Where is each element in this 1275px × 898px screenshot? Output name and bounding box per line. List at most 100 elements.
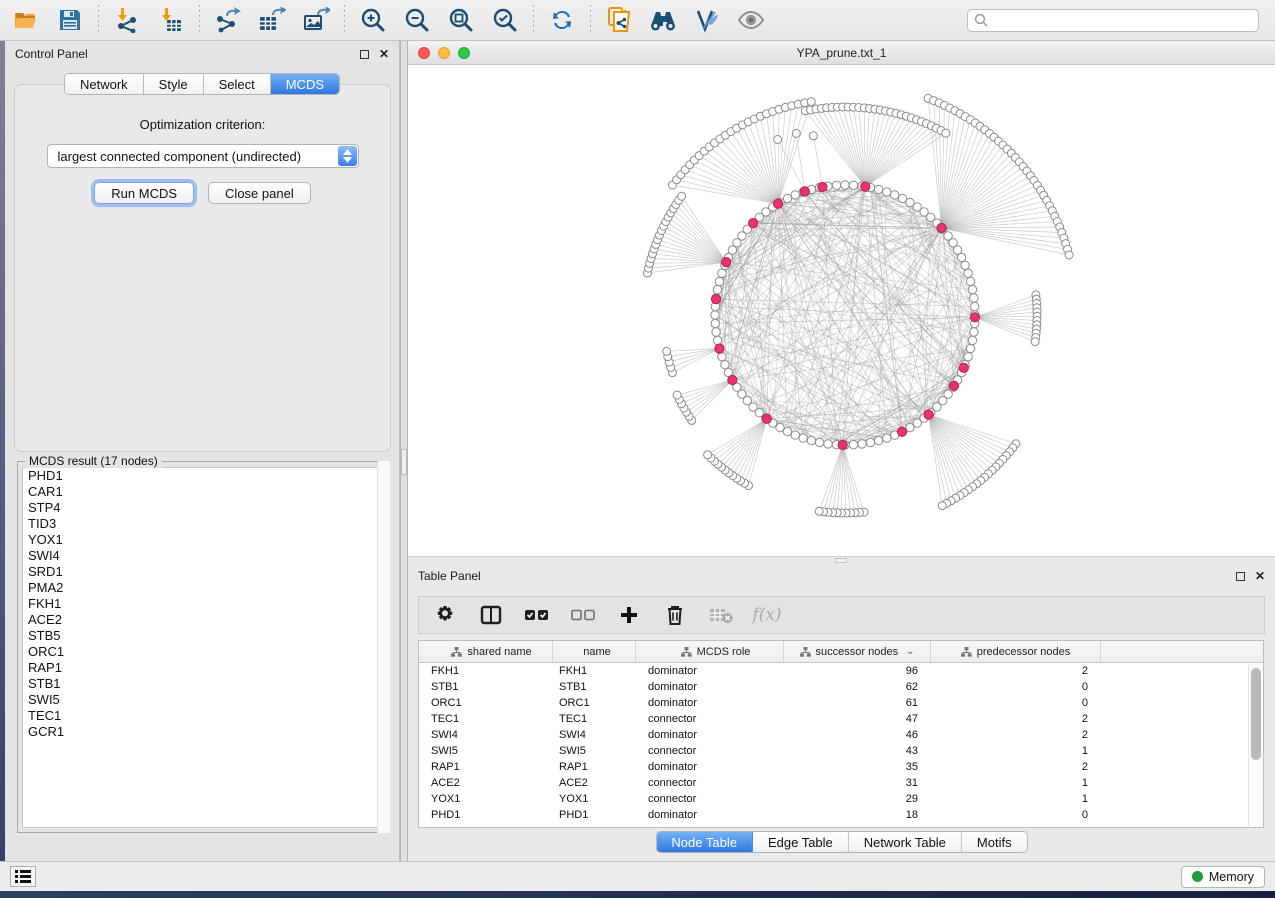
tab-style[interactable]: Style — [144, 74, 204, 94]
list-item[interactable]: STB5 — [23, 628, 384, 644]
export-image-icon[interactable] — [302, 6, 330, 34]
search-objects-icon[interactable] — [649, 6, 677, 34]
tab-mcds[interactable]: MCDS — [271, 74, 339, 94]
select-all-rows-icon[interactable] — [525, 603, 549, 627]
table-cell: 1 — [931, 745, 1101, 757]
window-close-icon[interactable] — [418, 47, 430, 59]
zoom-in-icon[interactable] — [359, 6, 387, 34]
table-row[interactable]: RAP1RAP1dominator352 — [419, 759, 1263, 775]
import-table-icon[interactable] — [157, 6, 185, 34]
list-item[interactable]: FKH1 — [23, 596, 384, 612]
save-session-icon[interactable] — [56, 6, 84, 34]
tab-network-table[interactable]: Network Table — [849, 832, 962, 852]
close-panel-button[interactable]: Close panel — [208, 182, 311, 204]
task-list-icon — [15, 870, 31, 883]
list-item[interactable]: ACE2 — [23, 612, 384, 628]
mcds-result-group: MCDS result (17 nodes) PHD1CAR1STP4TID3Y… — [17, 461, 390, 833]
mcds-result-list[interactable]: PHD1CAR1STP4TID3YOX1SWI4SRD1PMA2FKH1ACE2… — [22, 467, 385, 828]
list-item[interactable]: ORC1 — [23, 644, 384, 660]
delete-table-icon[interactable] — [709, 603, 733, 627]
toggle-graphics-details-icon[interactable] — [693, 6, 721, 34]
column-header-successor-nodes[interactable]: successor nodes ⌄ — [784, 641, 931, 662]
zoom-selected-icon[interactable] — [491, 6, 519, 34]
table-row[interactable]: PHD1PHD1dominator180 — [419, 807, 1263, 823]
tab-motifs[interactable]: Motifs — [962, 832, 1027, 852]
column-header-mcds-role[interactable]: MCDS role — [636, 641, 784, 662]
list-item[interactable]: CAR1 — [23, 484, 384, 500]
table-settings-gear-icon[interactable] — [433, 603, 457, 627]
export-network-icon[interactable] — [214, 6, 242, 34]
table-cell: FKH1 — [553, 665, 636, 677]
table-scrollbar[interactable] — [1248, 664, 1263, 826]
list-item[interactable]: STB1 — [23, 676, 384, 692]
table-row[interactable]: TEC1TEC1connector472 — [419, 711, 1263, 727]
vertical-splitter[interactable] — [400, 41, 408, 861]
table-row[interactable]: SWI5SWI5connector431 — [419, 743, 1263, 759]
list-item[interactable]: SWI4 — [23, 548, 384, 564]
window-minimize-icon[interactable] — [438, 47, 450, 59]
table-cell: RAP1 — [419, 761, 553, 773]
list-item[interactable]: PHD1 — [23, 468, 384, 484]
float-panel-icon[interactable] — [360, 50, 369, 59]
zoom-fit-icon[interactable] — [447, 6, 475, 34]
list-item[interactable]: STP4 — [23, 500, 384, 516]
column-header-predecessor-nodes[interactable]: predecessor nodes — [931, 641, 1101, 662]
add-column-icon[interactable] — [617, 603, 641, 627]
function-builder-icon[interactable]: f(x) — [755, 603, 779, 627]
table-cell: PHD1 — [553, 809, 636, 821]
delete-column-icon[interactable] — [663, 603, 687, 627]
column-header-shared-name[interactable]: shared name — [419, 641, 553, 662]
table-scrollbar-thumb[interactable] — [1251, 668, 1261, 760]
deselect-all-rows-icon[interactable] — [571, 603, 595, 627]
table-row[interactable]: STB1STB1dominator620 — [419, 679, 1263, 695]
open-file-icon[interactable] — [12, 6, 40, 34]
tab-node-table[interactable]: Node Table — [656, 832, 753, 852]
mcds-list-scrollbar[interactable] — [377, 461, 390, 833]
table-row[interactable]: ORC1ORC1dominator610 — [419, 695, 1263, 711]
list-item[interactable]: PMA2 — [23, 580, 384, 596]
table-cell: 18 — [784, 809, 931, 821]
memory-button[interactable]: Memory — [1181, 866, 1265, 888]
column-header-name[interactable]: name — [553, 641, 636, 662]
export-table-icon[interactable] — [258, 6, 286, 34]
table-cell: SWI4 — [553, 729, 636, 741]
splitter-grip[interactable] — [401, 449, 407, 475]
table-row[interactable]: YOX1YOX1connector291 — [419, 791, 1263, 807]
list-item[interactable]: TEC1 — [23, 708, 384, 724]
list-item[interactable]: RAP1 — [23, 660, 384, 676]
zoom-out-icon[interactable] — [403, 6, 431, 34]
list-item[interactable]: SRD1 — [23, 564, 384, 580]
table-cell: 62 — [784, 681, 931, 693]
table-cell: dominator — [636, 665, 784, 677]
column-layout-icon[interactable] — [479, 603, 503, 627]
optimization-criterion-select[interactable]: largest connected component (undirected) — [47, 144, 359, 168]
import-network-icon[interactable] — [113, 6, 141, 34]
list-item[interactable]: GCR1 — [23, 724, 384, 740]
list-item[interactable]: SWI5 — [23, 692, 384, 708]
list-item[interactable]: YOX1 — [23, 532, 384, 548]
tab-select[interactable]: Select — [204, 74, 271, 94]
table-toolbar: f(x) — [418, 596, 1265, 634]
close-panel-icon[interactable]: ✕ — [1255, 570, 1265, 582]
close-panel-icon[interactable]: ✕ — [379, 48, 389, 60]
memory-status-icon — [1192, 871, 1203, 882]
float-panel-icon[interactable] — [1236, 572, 1245, 581]
table-cell: PHD1 — [419, 809, 553, 821]
search-input[interactable] — [967, 9, 1259, 32]
table-row[interactable]: ACE2ACE2connector311 — [419, 775, 1263, 791]
tab-edge-table[interactable]: Edge Table — [753, 832, 849, 852]
table-cell: dominator — [636, 697, 784, 709]
tab-network[interactable]: Network — [65, 74, 144, 94]
table-cell: 43 — [784, 745, 931, 757]
column-type-icon — [451, 647, 462, 657]
table-row[interactable]: FKH1FKH1dominator962 — [419, 663, 1263, 679]
share-session-icon[interactable] — [605, 6, 633, 34]
refresh-icon[interactable] — [548, 6, 576, 34]
eye-icon[interactable] — [737, 6, 765, 34]
task-history-button[interactable] — [10, 866, 36, 887]
window-maximize-icon[interactable] — [458, 47, 470, 59]
network-canvas[interactable] — [408, 65, 1275, 556]
table-row[interactable]: SWI4SWI4dominator462 — [419, 727, 1263, 743]
run-mcds-button[interactable]: Run MCDS — [94, 182, 194, 204]
list-item[interactable]: TID3 — [23, 516, 384, 532]
